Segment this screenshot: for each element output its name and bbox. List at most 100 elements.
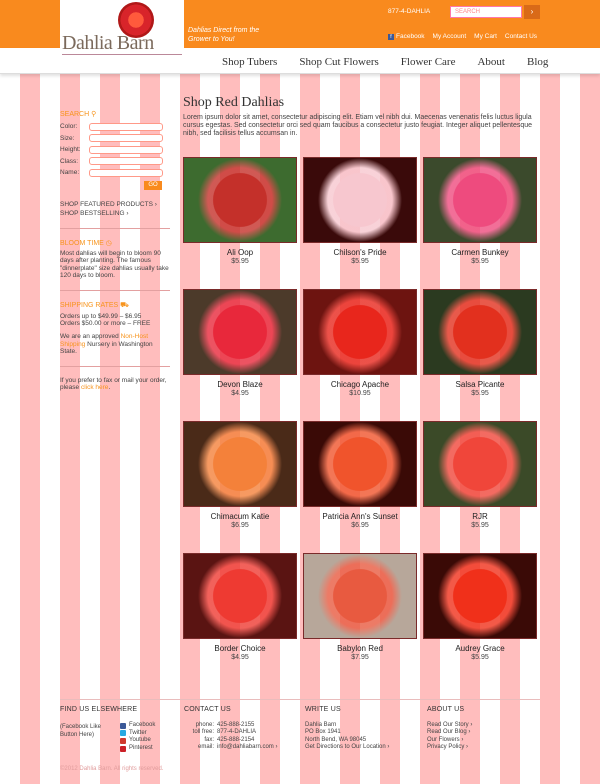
product-photo[interactable] [423,553,537,639]
about-us-column: ABOUT US Read Our Story › Read Our Blog … [427,706,537,752]
product-photo[interactable] [423,421,537,507]
find-us-column: FIND US ELSEWHERE (Facebook Like Button … [60,706,176,752]
contact-us-link[interactable]: Contact Us [505,33,537,40]
search-input[interactable]: SEARCH [450,6,522,18]
contact-label: fax: [204,736,214,743]
privacy-policy-link[interactable]: Privacy Policy › [427,744,537,752]
bloom-heading: BLOOM TIME ◷ [60,239,112,247]
product-card[interactable]: RJR $5.95 [423,421,537,531]
product-card[interactable]: Patricia Ann's Sunset $6.95 [303,421,417,531]
shop-bestselling-link[interactable]: SHOP BESTSELLING › [60,209,170,218]
my-account-link[interactable]: My Account [433,33,467,40]
contact-label: phone: [195,721,214,728]
read-story-link[interactable]: Read Our Story › [427,722,537,730]
color-field[interactable] [89,122,163,131]
product-name[interactable]: Babylon Red [303,644,417,653]
product-name[interactable]: Patricia Ann's Sunset [303,512,417,521]
class-field[interactable] [89,157,163,166]
product-price: $6.95 [231,522,249,529]
contact-label: toll free: [192,729,214,736]
social-twitter[interactable]: Twitter [120,730,155,738]
product-name[interactable]: Border Choice [183,644,297,653]
product-price: $5.95 [231,258,249,265]
product-photo[interactable] [183,157,297,243]
facebook-like-placeholder: (Facebook Like Button Here) [60,724,102,738]
product-card[interactable]: Devon Blaze $4.95 [183,289,297,399]
nav-shop-tubers[interactable]: Shop Tubers [222,56,277,68]
product-card[interactable]: Chimacum Katie $6.95 [183,421,297,531]
social-pinterest[interactable]: Pinterest [120,745,155,753]
shipping-rate-1: Orders up to $49.99 – $6.95 [60,312,142,320]
sidebar-links: SHOP FEATURED PRODUCTS › SHOP BESTSELLIN… [60,200,170,218]
product-card[interactable]: Carmen Bunkey $5.95 [423,157,537,267]
product-price: $7.95 [351,654,369,661]
facebook-icon: f [388,33,394,40]
nav-shop-cut-flowers[interactable]: Shop Cut Flowers [299,56,378,68]
product-photo[interactable] [423,289,537,375]
pinterest-icon [120,745,126,752]
product-photo[interactable] [303,157,417,243]
product-photo[interactable] [183,421,297,507]
directions-link[interactable]: Get Directions to Our Location › [305,744,415,752]
social-youtube[interactable]: Youtube [120,737,155,745]
product-name[interactable]: Ali Oop [183,248,297,257]
product-name[interactable]: Audrey Grace [423,644,537,653]
product-name[interactable]: RJR [423,512,537,521]
product-name[interactable]: Chilson's Pride [303,248,417,257]
search-button[interactable]: › [524,5,540,19]
about-us-heading: ABOUT US [427,706,465,713]
read-blog-link[interactable]: Read Our Blog › [427,729,537,737]
product-name[interactable]: Carmen Bunkey [423,248,537,257]
product-photo[interactable] [183,289,297,375]
product-card[interactable]: Border Choice $4.95 [183,553,297,663]
size-field[interactable] [89,134,163,143]
nav-about[interactable]: About [477,56,505,68]
click-here-link[interactable]: click here [81,384,108,391]
product-card[interactable]: Babylon Red $7.95 [303,553,417,663]
our-flowers-link[interactable]: Our Flowers › [427,737,537,745]
product-name[interactable]: Chimacum Katie [183,512,297,521]
email-link[interactable]: info@dahliabarn.com › [217,744,297,752]
height-field[interactable] [89,145,163,154]
product-photo[interactable] [183,553,297,639]
contact-label: email: [197,744,214,751]
product-photo[interactable] [303,421,417,507]
name-field-row: Name: [60,167,170,179]
tagline: Dahlias Direct from the Grower to You! [188,27,260,43]
product-photo[interactable] [303,553,417,639]
product-photo[interactable] [423,157,537,243]
contact-column: CONTACT US phone: 425-888-2155 toll free:… [184,706,294,752]
color-field-row: Color: [60,121,170,133]
top-links: f Facebook My Account My Cart Contact Us [388,33,537,40]
product-price: $5.95 [471,390,489,397]
shipping-heading: SHIPPING RATES ⛟ [60,301,129,309]
shop-featured-link[interactable]: SHOP FEATURED PRODUCTS › [60,200,170,209]
product-price: $4.95 [231,654,249,661]
product-card[interactable]: Audrey Grace $5.95 [423,553,537,663]
product-card[interactable]: Chicago Apache $10.95 [303,289,417,399]
product-price: $5.95 [471,654,489,661]
fax-text: If you prefer to fax or mail your order,… [60,376,167,392]
product-name[interactable]: Devon Blaze [183,380,297,389]
facebook-link[interactable]: f Facebook [388,33,425,40]
product-card[interactable]: Salsa Picante $5.95 [423,289,537,399]
nav-blog[interactable]: Blog [527,56,548,68]
search-heading: SEARCH ⚲ [60,111,97,118]
go-button[interactable]: GO [144,180,162,190]
name-field[interactable] [89,168,163,177]
logo[interactable]: Dahlia Barn [60,0,184,60]
page-title: Shop Red Dahlias [183,95,285,110]
product-card[interactable]: Chilson's Pride $5.95 [303,157,417,267]
contact-value: 425-888-2154 [217,736,255,743]
intro-text: Lorem ipsum dolor sit amet, consectetur … [183,114,533,137]
nav-flower-care[interactable]: Flower Care [401,56,456,68]
product-name[interactable]: Chicago Apache [303,380,417,389]
product-name[interactable]: Salsa Picante [423,380,537,389]
product-card[interactable]: Ali Oop $5.95 [183,157,297,267]
logo-underline [62,54,182,55]
write-us-column: WRITE US Dahlia Barn PO Box 1941 North B… [305,706,415,752]
my-cart-link[interactable]: My Cart [474,33,497,40]
social-facebook[interactable]: Facebook [120,722,155,730]
product-photo[interactable] [303,289,417,375]
address-line: North Bend, WA 98045 [305,736,367,743]
